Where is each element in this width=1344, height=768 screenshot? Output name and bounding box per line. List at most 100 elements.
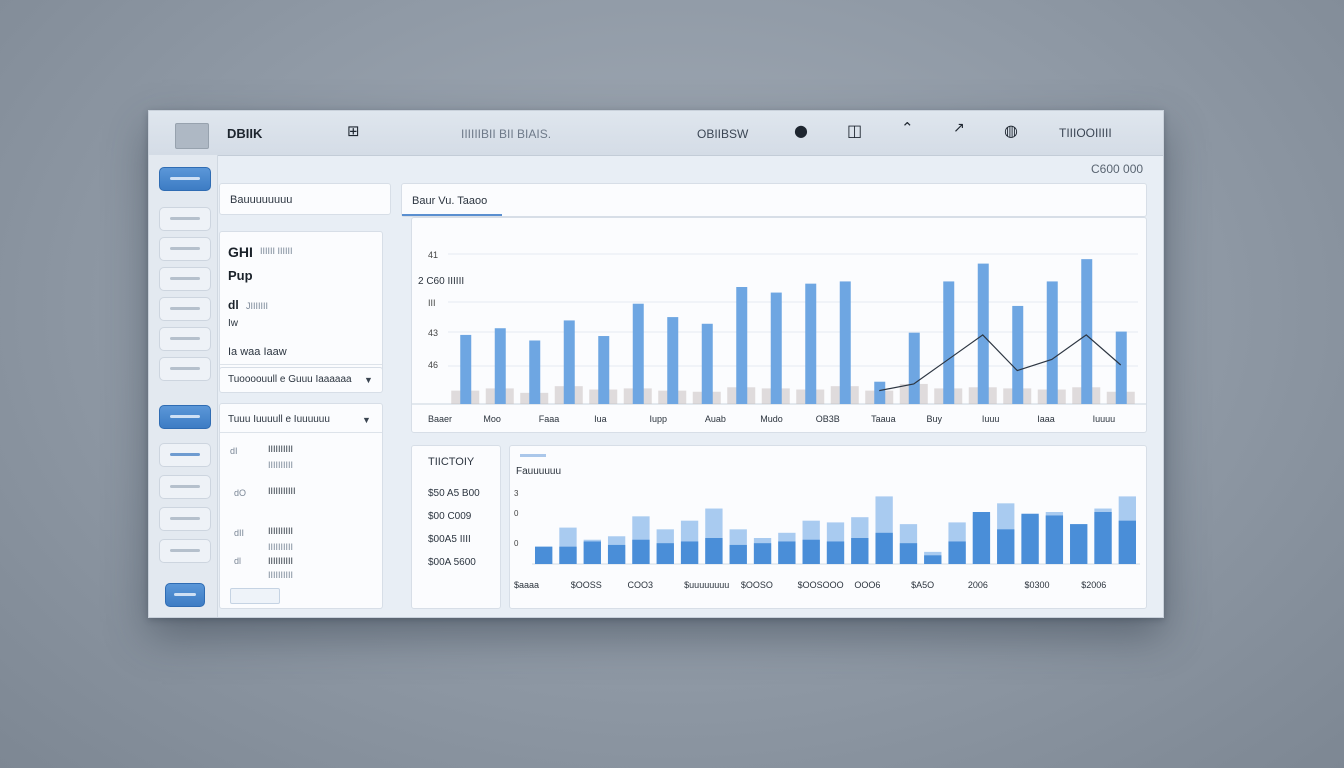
bar	[494, 328, 506, 404]
bar	[908, 332, 920, 404]
bar	[839, 281, 851, 404]
nav-item-9[interactable]	[159, 443, 211, 467]
bar	[460, 334, 472, 404]
list-item-a[interactable]: IIIIIIIIII	[268, 444, 293, 454]
nav-item-2[interactable]	[159, 207, 211, 231]
bar	[1081, 259, 1093, 404]
x-tick-label: $0300	[1025, 580, 1050, 590]
y-tick-label: 3	[514, 489, 519, 498]
bar	[1012, 305, 1024, 404]
bar-dark	[997, 529, 1015, 564]
list-item-b: IIIIIIIIII	[268, 460, 294, 470]
bar-dark	[559, 546, 577, 564]
search-label[interactable]: OBIIBSW	[697, 127, 748, 141]
nav-item-3[interactable]	[159, 237, 211, 261]
legend-swatch	[520, 454, 546, 457]
user-label[interactable]: TIIIOOIIIII	[1059, 126, 1112, 140]
chart-subtitle: 2 C60 IIIIII	[418, 276, 464, 287]
x-tick-label: $A5O	[911, 580, 934, 590]
app-name: DBIIK	[227, 126, 263, 141]
nav-item-active[interactable]	[159, 405, 211, 429]
stat-value: $50 A5 B00	[428, 488, 480, 499]
main-bar-chart: 41 2 C60 IIIIII III 43 46 Baaer Moo Faaa Iu…	[412, 250, 1146, 424]
bar	[598, 336, 610, 404]
stat-value: $00 C009	[428, 511, 472, 522]
bar-dark	[924, 555, 942, 564]
secondary-bar-chart: Fauuuuuu 3 0 0 $aaaa $OOSS COO3 $uuuuuuuu $O…	[514, 454, 1140, 590]
bar-dark	[875, 532, 893, 564]
bar-dark	[1045, 515, 1064, 564]
list-more-button[interactable]	[230, 588, 280, 604]
bar	[805, 283, 817, 404]
chevron-down-icon[interactable]: ▼	[364, 375, 373, 385]
nav-item-6[interactable]	[159, 327, 211, 351]
pointer-icon[interactable]: ↗	[953, 120, 965, 136]
bar-dark	[607, 544, 626, 564]
secondary-chart-panel: Fauuuuuu 3 0 0 $aaaa $OOSS COO3 $uuuuuuuu $O…	[509, 445, 1147, 609]
bar-dark	[729, 544, 747, 564]
x-tick-label: $OOSOOO	[798, 580, 844, 590]
list-divider	[220, 432, 382, 433]
nav-item-12[interactable]	[159, 539, 211, 563]
tab-chart-vs[interactable]: Baur Vu. Taaoo	[412, 195, 487, 207]
summary-divider	[220, 364, 382, 365]
stats-panel: TIICTOIY $50 A5 B00 $00 C009 $00A5 IIII …	[411, 445, 501, 609]
x-tick-label: $OOSS	[571, 580, 602, 590]
globe-icon[interactable]: ◍	[1004, 121, 1018, 140]
nav-item-dashboard[interactable]	[159, 167, 211, 191]
y-tick-label: III	[428, 298, 436, 308]
nav-item-4[interactable]	[159, 267, 211, 291]
bar	[1046, 281, 1058, 404]
x-tick-label: $2006	[1081, 580, 1106, 590]
nav-item-7[interactable]	[159, 357, 211, 381]
bar-dark	[1118, 520, 1136, 564]
x-tick-label: Iua	[594, 414, 607, 424]
bar	[977, 263, 989, 404]
app-logo	[175, 123, 209, 149]
x-tick-label: Mudo	[760, 414, 783, 424]
list-item-idx: dI	[230, 446, 238, 456]
x-tick-label: Buy	[926, 414, 942, 424]
chart-up-icon[interactable]: ⌃	[901, 119, 914, 137]
list-item-a[interactable]: IIIIIIIIII	[268, 556, 293, 566]
x-tick-label: Iupp	[650, 414, 668, 424]
list-item-idx: dl	[234, 556, 242, 566]
grid-icon[interactable]: ⊞	[347, 122, 360, 140]
nav-item-11[interactable]	[159, 507, 211, 531]
summary-row-4: Iw	[228, 318, 238, 329]
bar-dark	[826, 541, 845, 564]
bar	[943, 281, 955, 404]
list-item-a[interactable]: IIIIIIIIIII	[268, 486, 296, 496]
y-tick-label: 46	[428, 360, 438, 370]
x-tick-label: Baaer	[428, 414, 452, 424]
x-tick-label: Taaua	[871, 414, 896, 424]
app-window: DBIIK ⊞ IIIIIIBII BII BIAIS. OBIIBSW ● ◫…	[148, 110, 1164, 618]
nav-item-5[interactable]	[159, 297, 211, 321]
x-tick-label: Faaa	[539, 414, 560, 424]
bar-dark	[1094, 512, 1112, 564]
dropdown-2-value[interactable]: Tuuu Iuuuull e Iuuuuuu	[228, 414, 330, 425]
bar	[736, 287, 748, 404]
chevron-down-icon[interactable]: ▼	[362, 415, 371, 425]
bar	[667, 317, 679, 404]
x-tick-label: Iuuuu	[1093, 414, 1116, 424]
bar	[1115, 331, 1127, 404]
bar-dark	[1021, 513, 1039, 564]
y-tick-label: 41	[428, 250, 438, 260]
bar-dark	[656, 543, 674, 564]
bar-dark	[1070, 524, 1088, 564]
location-pin-icon[interactable]: ●	[794, 121, 808, 140]
summary-footer: Ia waa Iaaw	[228, 346, 287, 358]
nav-item-bottom[interactable]	[165, 583, 205, 607]
nav-rail	[149, 155, 218, 617]
list-item-idx: dII	[234, 528, 245, 538]
dropdown-1[interactable]: Tuoooouull e Guuu Iaaaaaa ▼	[219, 367, 383, 393]
nav-item-10[interactable]	[159, 475, 211, 499]
share-icon[interactable]: ◫	[847, 121, 862, 140]
x-tick-label: $uuuuuuuu	[684, 580, 729, 590]
list-panel: Tuuu Iuuuull e Iuuuuuu ▼ dI IIIIIIIIII I…	[219, 403, 383, 609]
bar	[701, 323, 713, 404]
x-tick-label: 2006	[968, 580, 988, 590]
list-item-a[interactable]: IIIIIIIIII	[268, 526, 293, 536]
bar	[632, 303, 644, 404]
